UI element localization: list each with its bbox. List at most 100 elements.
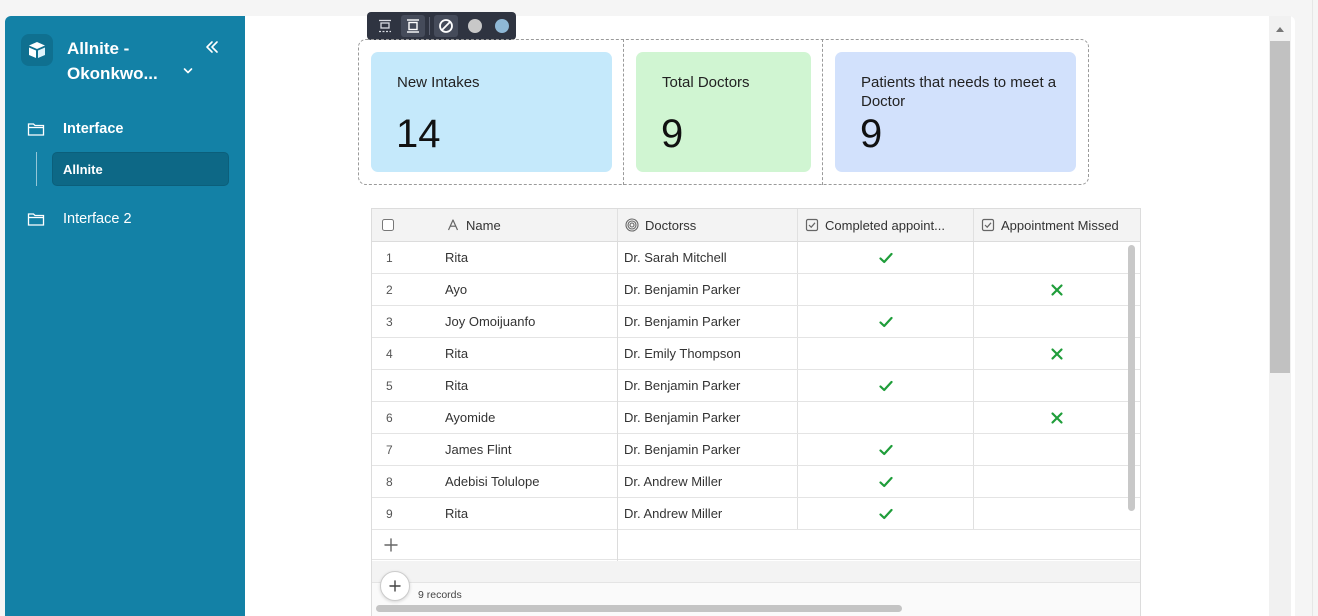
- cell-missed[interactable]: [974, 498, 1140, 529]
- table-row[interactable]: 2 Ayo Dr. Benjamin Parker: [372, 274, 1140, 306]
- check-icon: [878, 252, 893, 263]
- table-row[interactable]: 5 Rita Dr. Benjamin Parker: [372, 370, 1140, 402]
- cell-completed[interactable]: [798, 434, 974, 465]
- cell-name[interactable]: Rita: [444, 370, 618, 401]
- align-fill-icon[interactable]: [401, 15, 425, 37]
- table-row[interactable]: 8 Adebisi Tolulope Dr. Andrew Miller: [372, 466, 1140, 498]
- row-index: 6: [386, 410, 393, 425]
- check-icon: [878, 476, 893, 487]
- column-header-completed[interactable]: Completed appoint...: [798, 209, 974, 241]
- cell-doctor[interactable]: Dr. Emily Thompson: [618, 338, 798, 369]
- cell-name[interactable]: Rita: [444, 498, 618, 529]
- text-field-icon: [447, 219, 459, 231]
- cell-name[interactable]: Ayo: [444, 274, 618, 305]
- grid-vertical-scrollbar[interactable]: [1128, 245, 1135, 511]
- cell-missed[interactable]: [974, 274, 1140, 305]
- cell-doctor[interactable]: Dr. Benjamin Parker: [618, 434, 798, 465]
- cell-missed[interactable]: [974, 402, 1140, 433]
- cell-name[interactable]: Adebisi Tolulope: [444, 466, 618, 497]
- background-color-gray[interactable]: [468, 19, 482, 33]
- scroll-up-icon[interactable]: [1269, 20, 1291, 38]
- cell-doctor[interactable]: Dr. Andrew Miller: [618, 498, 798, 529]
- sidebar-item-allnite[interactable]: Allnite: [52, 152, 229, 186]
- table-row[interactable]: 1 Rita Dr. Sarah Mitchell: [372, 242, 1140, 274]
- cell-doctor[interactable]: Dr. Benjamin Parker: [618, 370, 798, 401]
- cell-missed[interactable]: [974, 370, 1140, 401]
- x-icon: [1051, 347, 1063, 360]
- cell-completed[interactable]: [798, 306, 974, 337]
- add-record-button[interactable]: [380, 571, 410, 601]
- cell-missed[interactable]: [974, 242, 1140, 273]
- table-row[interactable]: 3 Joy Omoijuanfo Dr. Benjamin Parker: [372, 306, 1140, 338]
- cell-name[interactable]: Rita: [444, 338, 618, 369]
- cell-completed[interactable]: [798, 274, 974, 305]
- table-row[interactable]: 7 James Flint Dr. Benjamin Parker: [372, 434, 1140, 466]
- check-icon: [878, 316, 893, 327]
- workspace-title[interactable]: Allnite - Okonkwo...: [67, 36, 187, 86]
- row-index: 8: [386, 474, 393, 489]
- page-scrollbar-thumb[interactable]: [1270, 41, 1290, 373]
- stat-value: 9: [860, 112, 883, 156]
- cell-missed[interactable]: [974, 338, 1140, 369]
- table-row[interactable]: 6 Ayomide Dr. Benjamin Parker: [372, 402, 1140, 434]
- stat-card-total-doctors[interactable]: Total Doctors 9: [636, 52, 811, 172]
- cell-completed[interactable]: [798, 402, 974, 433]
- plus-icon[interactable]: [382, 536, 400, 554]
- cell-doctor[interactable]: Dr. Benjamin Parker: [618, 306, 798, 337]
- cell-name[interactable]: Ayomide: [444, 402, 618, 433]
- stat-card-patients-to-meet[interactable]: Patients that needs to meet a Doctor 9: [835, 52, 1076, 172]
- row-index: 3: [386, 314, 393, 329]
- summary-bar: [372, 561, 1140, 583]
- select-all-checkbox[interactable]: [372, 209, 444, 241]
- record-count: 9 records: [418, 589, 462, 601]
- cell-doctor[interactable]: Dr. Andrew Miller: [618, 466, 798, 497]
- stat-value: 14: [396, 112, 441, 156]
- workspace-logo-icon[interactable]: [21, 34, 53, 66]
- link-field-icon: [625, 218, 639, 232]
- x-icon: [1051, 283, 1063, 296]
- no-background-icon[interactable]: [434, 15, 458, 37]
- cell-completed[interactable]: [798, 338, 974, 369]
- column-header-missed[interactable]: Appointment Missed: [974, 209, 1140, 241]
- cell-name[interactable]: Joy Omoijuanfo: [444, 306, 618, 337]
- checkbox-field-icon: [805, 218, 819, 232]
- sidebar-item-interface[interactable]: Interface: [27, 121, 123, 137]
- cell-completed[interactable]: [798, 498, 974, 529]
- align-top-icon[interactable]: [373, 15, 397, 37]
- x-icon: [1051, 411, 1063, 424]
- column-header-doctorss[interactable]: Doctorss: [618, 209, 798, 241]
- column-header-name[interactable]: Name: [444, 209, 618, 241]
- stat-value: 9: [661, 112, 684, 156]
- layout-toolbar: [367, 12, 516, 40]
- grid-header: Name Doctorss Completed appoint... Appoi…: [372, 209, 1140, 242]
- plus-icon: [389, 580, 401, 592]
- folder-icon: [27, 123, 45, 136]
- stat-label: Total Doctors: [662, 74, 750, 91]
- chevron-down-icon[interactable]: [181, 63, 195, 77]
- horizontal-scrollbar[interactable]: [376, 605, 902, 612]
- cell-doctor[interactable]: Dr. Benjamin Parker: [618, 274, 798, 305]
- table-row[interactable]: 4 Rita Dr. Emily Thompson: [372, 338, 1140, 370]
- cell-missed[interactable]: [974, 434, 1140, 465]
- check-icon: [878, 508, 893, 519]
- stat-card-new-intakes[interactable]: New Intakes 14: [371, 52, 612, 172]
- folder-icon: [27, 213, 45, 226]
- cell-completed[interactable]: [798, 242, 974, 273]
- cell-doctor[interactable]: Dr. Sarah Mitchell: [618, 242, 798, 273]
- sidebar-item-interface-2[interactable]: Interface 2: [27, 211, 132, 227]
- collapse-sidebar-icon[interactable]: [203, 38, 221, 56]
- cell-missed[interactable]: [974, 466, 1140, 497]
- cell-name[interactable]: James Flint: [444, 434, 618, 465]
- table-row[interactable]: 9 Rita Dr. Andrew Miller: [372, 498, 1140, 530]
- toolbar-divider: [429, 17, 430, 35]
- cell-missed[interactable]: [974, 306, 1140, 337]
- background-color-blue[interactable]: [495, 19, 509, 33]
- cell-doctor[interactable]: Dr. Benjamin Parker: [618, 402, 798, 433]
- cell-completed[interactable]: [798, 466, 974, 497]
- cell-name[interactable]: Rita: [444, 242, 618, 273]
- stats-divider: [822, 39, 823, 185]
- stat-label: New Intakes: [397, 74, 480, 91]
- cell-completed[interactable]: [798, 370, 974, 401]
- sidebar: Allnite - Okonkwo... Interface Allnite I…: [5, 16, 245, 616]
- stats-divider: [623, 39, 624, 185]
